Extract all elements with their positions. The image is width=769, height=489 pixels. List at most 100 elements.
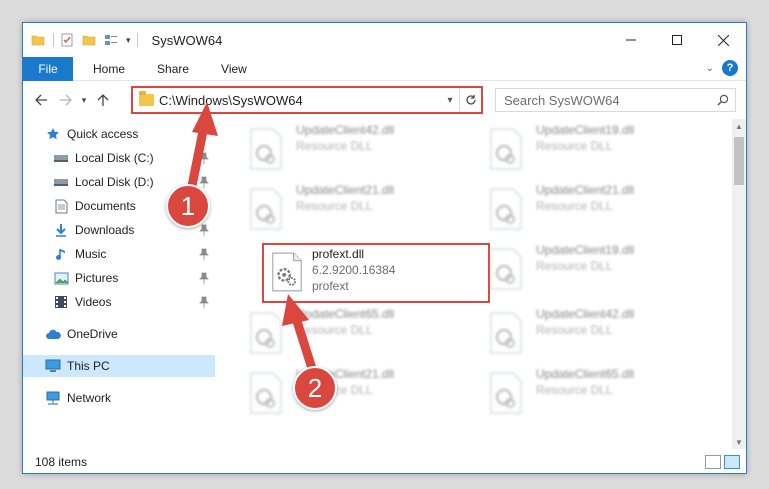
file-description: Resource DLL [296,323,373,337]
file-description: Resource DLL [536,323,613,337]
sidebar-item-quick-access[interactable]: Quick access [23,123,215,145]
ribbon-right-controls: ⌄ ? [706,60,738,76]
navigation-bar: ▾ C:\Windows\SysWOW64 ▾ [23,81,746,119]
file-name: UpdateClient19.dll [536,243,635,257]
dll-file-icon [488,247,528,291]
scroll-up-icon[interactable]: ▲ [732,119,746,133]
search-box[interactable] [495,88,736,112]
file-name: profext.dll [312,247,365,261]
sidebar-item-network[interactable]: Network [23,387,215,409]
refresh-icon [465,95,476,105]
search-icon[interactable] [711,94,735,106]
sidebar-item-label: Videos [75,295,112,309]
folder-icon[interactable] [31,33,45,47]
vertical-scrollbar[interactable]: ▲ ▼ [732,119,746,449]
sidebar-item-music[interactable]: Music [23,243,215,265]
chevron-down-icon[interactable]: ▾ [126,35,131,46]
sidebar-item-pictures[interactable]: Pictures [23,267,215,289]
up-arrow-icon [97,93,109,106]
tab-home[interactable]: Home [73,57,141,81]
minimize-button[interactable] [608,23,654,57]
file-name: UpdateClient42.dll [536,307,635,321]
sidebar-item-label: OneDrive [67,327,118,341]
file-item-profext[interactable]: profext.dll 6.2.9200.16384 profext [262,243,490,303]
dll-file-icon [248,127,288,171]
address-bar[interactable]: C:\Windows\SysWOW64 ▾ [131,86,483,114]
pin-icon [199,176,209,188]
sidebar-item-label: Local Disk (C:) [75,151,154,165]
close-button[interactable] [700,23,746,57]
file-item[interactable]: UpdateClient65.dll Resource DLL [488,367,718,423]
file-description: profext [312,279,349,293]
downloads-icon [53,222,69,238]
step-1-badge: 1 [166,184,210,228]
file-name: UpdateClient42.dll [296,123,395,137]
maximize-button[interactable] [654,23,700,57]
dll-file-icon [488,127,528,171]
ribbon-tabs: File Home Share View ⌄ ? [23,56,746,81]
toolbar-separator [136,33,138,47]
sidebar-item-this-pc[interactable]: This PC [23,355,215,377]
sidebar-item-label: Local Disk (D:) [75,175,154,189]
sidebar-item-label: Network [67,391,112,405]
window-controls [608,23,746,57]
item-count: 108 items [35,455,88,469]
step-2-badge: 2 [293,366,337,410]
back-arrow-icon [34,94,47,106]
back-button[interactable] [29,88,53,112]
sidebar-item-local-disk-c[interactable]: Local Disk (C:) [23,147,215,169]
file-item[interactable]: UpdateClient21.dllResource DLL [488,183,718,239]
expand-ribbon-icon[interactable]: ⌄ [706,63,714,74]
file-description: Resource DLL [536,259,613,273]
window-title: SysWOW64 [151,32,223,48]
sidebar-item-label: Quick access [67,127,139,141]
tiles-view-icon[interactable] [724,455,740,469]
dll-file-icon [488,187,528,231]
scrollbar-thumb[interactable] [734,137,744,185]
dll-file-icon [248,311,288,355]
file-item[interactable]: UpdateClient65.dll Resource DLL [248,307,478,363]
dll-file-icon [488,371,528,415]
dll-file-icon [248,371,288,415]
tab-view[interactable]: View [205,57,263,81]
tab-file[interactable]: File [23,56,73,81]
sidebar-item-onedrive[interactable]: OneDrive [23,323,215,345]
recent-locations-button[interactable]: ▾ [77,88,91,112]
pin-icon [199,296,209,308]
file-description: Resource DLL [536,139,613,153]
sidebar-item-videos[interactable]: Videos [23,291,215,313]
dll-file-icon [488,311,528,355]
file-item[interactable]: UpdateClient19.dll Resource DLL [488,243,718,299]
file-description: Resource DLL [536,383,613,397]
sidebar-item-label: Downloads [75,223,135,237]
drive-icon [53,174,69,190]
quick-access-toolbar: ▾ [31,33,144,47]
file-item[interactable]: UpdateClient19.dll Resource DLL [488,123,718,179]
star-icon [45,126,61,142]
view-options-icon[interactable] [104,33,118,47]
file-item[interactable]: UpdateClient21.dllResource DLL [248,183,478,239]
search-input[interactable] [504,92,711,108]
scroll-down-icon[interactable]: ▼ [732,435,746,449]
network-icon [45,390,61,406]
toolbar-separator [53,33,54,47]
up-button[interactable] [91,88,115,112]
file-item[interactable]: UpdateClient42.dll Resource DLL [488,307,718,363]
properties-icon[interactable] [60,33,74,47]
chevron-down-icon[interactable]: ▾ [441,95,459,106]
address-path[interactable]: C:\Windows\SysWOW64 [159,93,441,108]
pictures-icon [53,270,69,286]
forward-arrow-icon [59,94,72,106]
help-button[interactable]: ? [722,60,738,76]
new-folder-icon[interactable] [82,33,96,47]
file-item[interactable]: UpdateClient21.dllResource DLL [248,367,478,423]
tab-share[interactable]: Share [141,57,205,81]
details-view-icon[interactable] [705,455,721,469]
sidebar-item-label: Music [75,247,107,261]
forward-button[interactable] [53,88,77,112]
explorer-window: ▾ SysWOW64 File Home Share View ⌄ ? ▾ C:… [22,22,747,474]
file-item[interactable]: UpdateClient42.dll Resource DLL [248,123,478,179]
folder-icon [139,91,154,106]
chevron-down-icon: ▾ [81,94,87,105]
refresh-button[interactable] [459,88,481,112]
